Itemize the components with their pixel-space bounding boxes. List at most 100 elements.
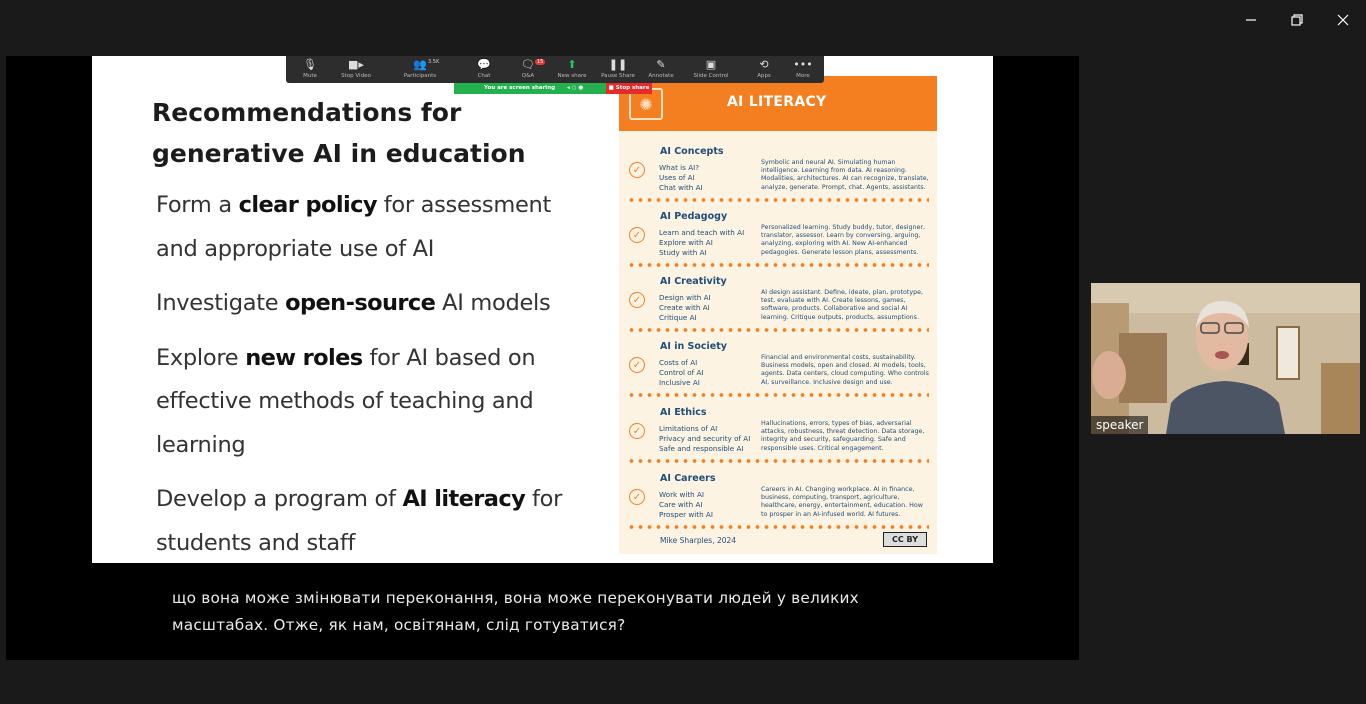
toolbar-label: Pause Share (601, 73, 635, 79)
section-title: AI in Society (660, 341, 727, 352)
shared-screen: Recommendations for generative AI in edu… (6, 56, 1079, 660)
poster-header: ✺ AI LITERACY (619, 76, 937, 131)
bullet-text: Form a (156, 192, 239, 218)
dotted-divider (627, 198, 929, 202)
ai-literacy-poster: ✺ AI LITERACY ✓ AI Concepts What is AI? … (619, 76, 937, 554)
pause-icon: ❚❚ (608, 58, 628, 71)
restore-button[interactable] (1274, 0, 1320, 40)
dotted-divider (627, 525, 929, 529)
bullet-open-source: Investigate open-source AI models (156, 282, 596, 326)
bullet-text: Explore (156, 344, 246, 371)
slide-control-button[interactable]: ▣ Slide Control (687, 58, 735, 79)
section-item: Safe and responsible AI (659, 443, 744, 453)
stop-video-button[interactable]: ■▸ Stop Video (332, 58, 380, 79)
speaker-video-feed (1091, 283, 1360, 434)
poster-title: AI LITERACY (727, 94, 827, 110)
stop-share-label: Stop share (615, 85, 650, 91)
microphone-icon: 🎙 (303, 58, 317, 71)
checkmark-icon: ✓ (629, 162, 645, 178)
section-item: Explore with AI (659, 237, 713, 247)
window-titlebar (0, 0, 1366, 56)
more-icon: ••• (793, 58, 813, 71)
section-item: Uses of AI (659, 172, 695, 182)
section-item: Chat with AI (659, 182, 703, 192)
caption-line: масштабах. Отже, як нам, освітянам, слід… (172, 615, 626, 634)
bullet-emphasis: open-source (285, 290, 436, 316)
bullet-ai-literacy: Develop a program of AI literacy for stu… (156, 478, 596, 565)
toolbar-label: New share (557, 73, 587, 79)
chat-button[interactable]: 💬 Chat (460, 58, 508, 79)
section-item: What is AI? (659, 163, 700, 172)
slide-bullet-list: Form a clear policy for assessment and a… (156, 184, 596, 576)
qa-button[interactable]: 🗨 Q&A 15 (504, 58, 552, 79)
presentation-slide: Recommendations for generative AI in edu… (92, 56, 993, 563)
toolbar-label: Annotate (648, 73, 674, 79)
speaker-name-label: speaker (1091, 416, 1149, 434)
stop-icon: ■ (608, 85, 614, 91)
mute-button[interactable]: 🎙 Mute (286, 58, 334, 79)
section-item: Critique AI (659, 312, 697, 322)
dotted-divider (627, 459, 929, 463)
slide-title-line-1: Recommendations for (152, 98, 462, 127)
live-captions: що вона може змінювати переконання, вона… (172, 585, 892, 638)
minimize-button[interactable] (1228, 0, 1274, 40)
section-title: AI Careers (660, 473, 716, 484)
section-description: Symbolic and neural AI. Simulating human… (761, 159, 929, 191)
pause-share-button[interactable]: ❚❚ Pause Share (594, 58, 642, 79)
section-description: AI design assistant. Define, ideate, pla… (761, 289, 923, 321)
section-items: Costs of AI Control of AI Inclusive AI (659, 358, 759, 387)
slide-title-line-2: generative AI in education (152, 139, 526, 168)
poster-section: ✓ AI Careers Work with AI Care with AI P… (619, 465, 937, 530)
bullet-text: Develop a program of (156, 486, 403, 512)
section-items: Design with AI Create with AI Critique A… (659, 293, 759, 322)
checkmark-icon: ✓ (629, 357, 645, 373)
participants-button[interactable]: 👥 Participants 3.5K (396, 58, 444, 79)
poster-section: ✓ AI Pedagogy Learn and teach with AI Ex… (619, 203, 937, 268)
section-item: Control of AI (659, 367, 704, 377)
participant-count: 3.5K (428, 59, 440, 65)
chat-icon: 💬 (477, 58, 491, 71)
poster-section: ✓ AI Concepts What is AI? Uses of AI Cha… (619, 138, 937, 203)
dotted-divider (627, 263, 929, 267)
screen-sharing-banner: You are screen sharing ◂ ○ ● (454, 83, 606, 94)
zoom-share-toolbar: 🎙 Mute ■▸ Stop Video 👥 Participants 3.5K 💬 Ch… (286, 56, 824, 83)
checkmark-icon: ✓ (629, 292, 645, 308)
section-items: Limitations of AI Privacy and security o… (659, 424, 759, 453)
toolbar-label: Slide Control (693, 73, 729, 79)
section-description: Financial and environmental costs, susta… (761, 354, 929, 386)
section-item: Inclusive AI (659, 377, 700, 387)
toolbar-label: Q&A (521, 73, 535, 79)
toolbar-label: Participants (403, 73, 437, 79)
toolbar-label: More (796, 73, 810, 79)
more-button[interactable]: ••• More (779, 58, 827, 79)
annotate-button[interactable]: ✎ Annotate (637, 58, 685, 79)
poster-section: ✓ AI Creativity Design with AI Create wi… (619, 268, 937, 333)
section-description: Hallucinations, errors, types of bias, a… (761, 420, 925, 452)
section-title: AI Creativity (660, 276, 727, 287)
section-title: AI Pedagogy (660, 211, 728, 222)
dotted-divider (627, 393, 929, 397)
bullet-emphasis: new roles (245, 344, 363, 371)
annotate-icon: ✎ (656, 58, 666, 71)
stop-share-button[interactable]: ■ Stop share (606, 83, 652, 94)
dotted-divider (627, 328, 929, 332)
checkmark-icon: ✓ (629, 227, 645, 243)
checkmark-icon: ✓ (629, 489, 645, 505)
poster-section: ✓ AI in Society Costs of AI Control of A… (619, 333, 937, 398)
toolbar-label: Apps (757, 73, 771, 79)
section-items: Work with AI Care with AI Prosper with A… (659, 490, 759, 519)
section-item: Privacy and security of AI (659, 433, 751, 443)
speaker-video-tile[interactable]: speaker (1091, 283, 1360, 434)
section-item: Study with AI (659, 247, 707, 257)
sharing-controls-icon: ◂ ○ ● (566, 85, 584, 91)
new-share-button[interactable]: ⬆ New share (548, 58, 596, 79)
toolbar-label: Mute (303, 73, 317, 79)
creative-commons-badge: CC BY (883, 532, 927, 547)
close-button[interactable] (1320, 0, 1366, 40)
section-item: Design with AI (659, 293, 711, 302)
slide-control-icon: ▣ (705, 58, 717, 71)
section-title: AI Concepts (660, 146, 724, 157)
toolbar-label: Stop Video (341, 73, 371, 79)
minimize-icon (1246, 19, 1256, 21)
section-item: Learn and teach with AI (659, 228, 745, 237)
